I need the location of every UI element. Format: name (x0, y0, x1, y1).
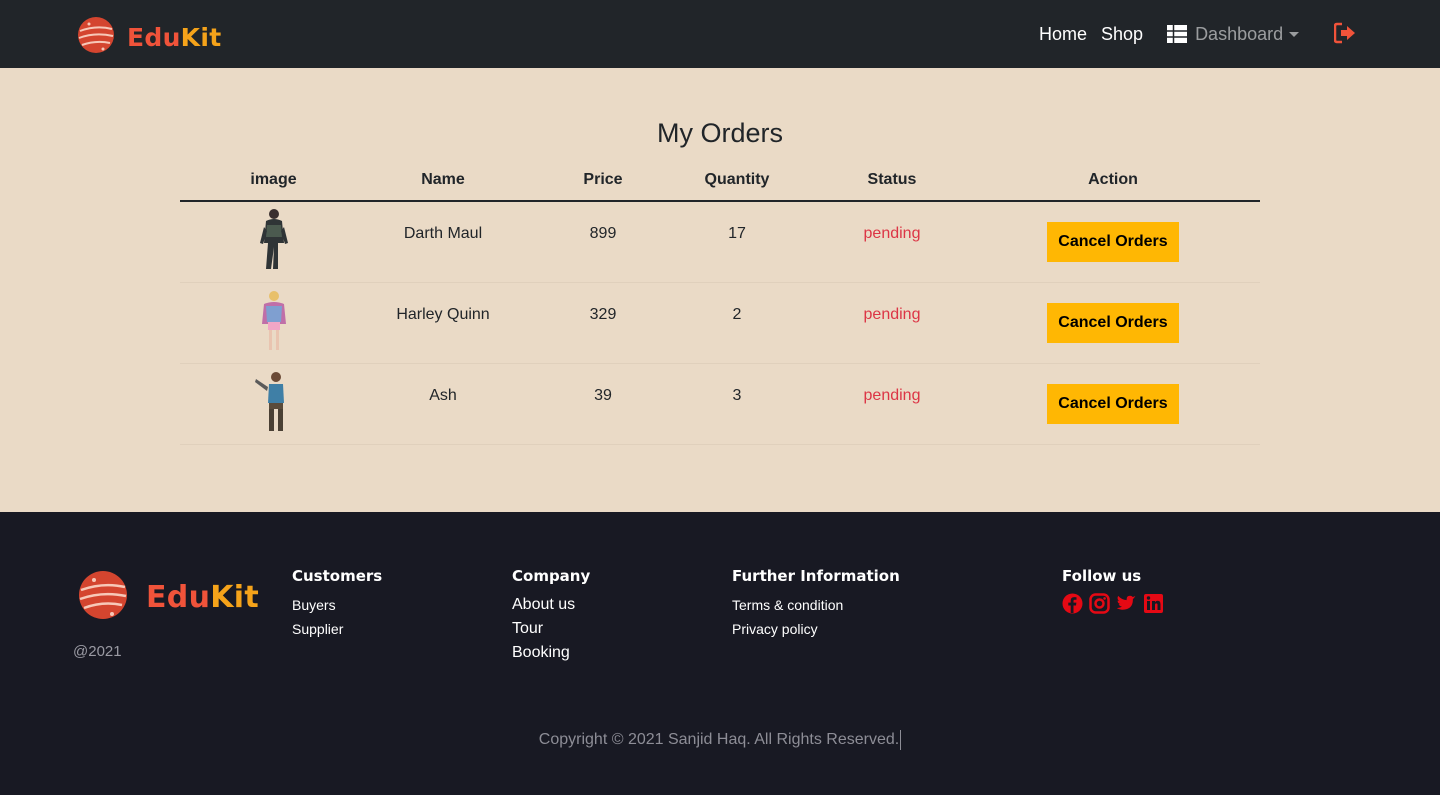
chevron-down-icon (1289, 31, 1300, 37)
page-title: My Orders (656, 118, 783, 148)
footer-link-booking[interactable]: Booking (512, 641, 590, 665)
footer-link-privacy[interactable]: Privacy policy (732, 617, 900, 641)
footer: EduKit @2021 Customers Buyers Supplier C… (0, 512, 1440, 795)
planet-logo-icon (77, 15, 115, 60)
product-image (254, 369, 294, 435)
product-image (254, 288, 294, 354)
text-cursor (900, 730, 902, 750)
footer-follow-heading: Follow us (1062, 567, 1142, 585)
planet-logo-icon (78, 569, 128, 626)
linkedin-icon[interactable] (1143, 593, 1164, 614)
product-price: 329 (589, 306, 617, 323)
copyright-text: Copyright © 2021 Sanjid Haq. All Rights … (538, 731, 900, 749)
twitter-icon[interactable] (1116, 593, 1137, 614)
table-row: Ash 39 3 pending Cancel Orders (180, 364, 1260, 445)
footer-link-about[interactable]: About us (512, 593, 590, 617)
footer-company-heading: Company (512, 567, 591, 585)
sign-out-icon[interactable] (1333, 22, 1356, 44)
product-price: 39 (594, 387, 612, 404)
footer-further-heading: Further Information (732, 567, 900, 585)
brand-logo[interactable]: EduKit (77, 15, 221, 60)
footer-follow-column: Follow us (1062, 567, 1164, 614)
footer-customers-heading: Customers (292, 567, 383, 585)
orders-table: image Name Price Quantity Status Action … (180, 160, 1260, 445)
status-badge: pending (863, 306, 921, 323)
column-header-action: Action (1088, 171, 1138, 188)
product-name: Harley Quinn (396, 306, 490, 323)
cancel-order-button[interactable]: Cancel Orders (1047, 222, 1179, 262)
column-header-name: Name (421, 171, 465, 188)
footer-brand-logo[interactable]: EduKit (78, 569, 259, 626)
status-badge: pending (863, 387, 921, 404)
footer-brand-name: EduKit (146, 580, 260, 615)
footer-further-column: Further Information Terms & condition Pr… (732, 567, 900, 641)
product-quantity: 2 (732, 306, 742, 323)
nav-links: Home Shop Dashboard (1039, 0, 1300, 68)
column-header-status: Status (867, 171, 917, 188)
product-image-cell (180, 288, 367, 359)
dashboard-dropdown[interactable]: Dashboard (1167, 23, 1300, 45)
social-links (1062, 593, 1164, 614)
brand-name: EduKit (127, 23, 222, 52)
table-row: Darth Maul 899 17 pending Cancel Orders (180, 202, 1260, 283)
footer-link-tour[interactable]: Tour (512, 617, 590, 641)
table-grid-icon (1167, 25, 1188, 43)
nav-home-link[interactable]: Home (1039, 24, 1087, 45)
copyright: Copyright © 2021 Sanjid Haq. All Rights … (0, 730, 1440, 750)
product-price: 899 (589, 225, 617, 242)
column-header-quantity: Quantity (704, 171, 770, 188)
table-row: Harley Quinn 329 2 pending Cancel Orders (180, 283, 1260, 364)
dashboard-label: Dashboard (1195, 23, 1284, 44)
footer-link-buyers[interactable]: Buyers (292, 593, 382, 617)
product-quantity: 3 (732, 387, 742, 404)
footer-company-column: Company About us Tour Booking (512, 567, 590, 665)
facebook-icon[interactable] (1062, 593, 1083, 614)
table-header: image Name Price Quantity Status Action (180, 160, 1260, 202)
footer-customers-column: Customers Buyers Supplier (292, 567, 382, 641)
product-name: Darth Maul (403, 225, 483, 242)
product-name: Ash (429, 387, 457, 404)
product-quantity: 17 (728, 225, 746, 242)
status-badge: pending (863, 225, 921, 242)
cancel-order-button[interactable]: Cancel Orders (1047, 384, 1179, 424)
footer-link-supplier[interactable]: Supplier (292, 617, 382, 641)
instagram-icon[interactable] (1089, 593, 1110, 614)
product-image (254, 207, 294, 273)
nav-shop-link[interactable]: Shop (1101, 24, 1143, 45)
column-header-price: Price (583, 171, 623, 188)
product-image-cell (180, 369, 367, 440)
top-navbar: EduKit Home Shop Dashboard (0, 0, 1440, 68)
footer-link-terms[interactable]: Terms & condition (732, 593, 900, 617)
product-image-cell (180, 207, 367, 278)
column-header-image: image (250, 171, 297, 188)
cancel-order-button[interactable]: Cancel Orders (1047, 303, 1179, 343)
footer-year: @2021 (73, 643, 122, 660)
